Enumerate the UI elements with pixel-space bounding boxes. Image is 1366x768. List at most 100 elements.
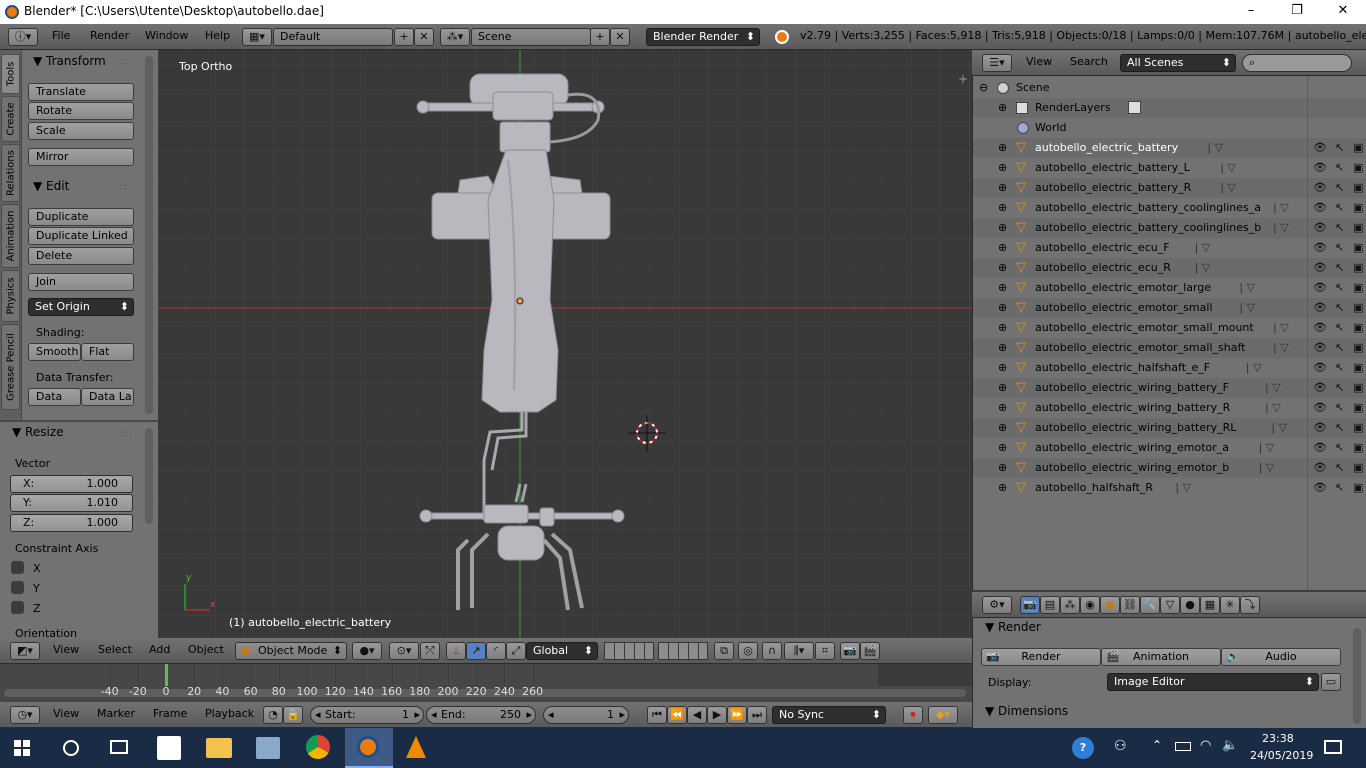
- object-name[interactable]: autobello_electric_halfshaft_e_F: [1035, 358, 1210, 378]
- people-icon[interactable]: ⚇: [1114, 738, 1127, 754]
- expand-icon[interactable]: ⊕: [998, 278, 1007, 298]
- battery-icon[interactable]: [1175, 742, 1191, 751]
- file-explorer-icon[interactable]: [206, 738, 232, 758]
- renderable-camera-icon[interactable]: ▣: [1353, 138, 1363, 158]
- visibility-eye-icon[interactable]: 👁: [1313, 278, 1327, 298]
- join-button[interactable]: Join: [28, 273, 134, 291]
- snap-toggle-icon[interactable]: ∩: [762, 642, 782, 660]
- expand-icon[interactable]: ⊕: [998, 98, 1007, 118]
- volume-icon[interactable]: 🔈: [1222, 738, 1238, 753]
- selectable-arrow-icon[interactable]: ↖: [1335, 478, 1344, 498]
- task-view-icon[interactable]: [110, 740, 128, 754]
- object-name[interactable]: autobello_halfshaft_R: [1035, 478, 1153, 498]
- delete-button[interactable]: Delete: [28, 247, 134, 265]
- layers-grid-b[interactable]: [658, 642, 708, 660]
- renderable-camera-icon[interactable]: ▣: [1353, 478, 1363, 498]
- renderable-camera-icon[interactable]: ▣: [1353, 418, 1363, 438]
- expand-icon[interactable]: ⊕: [998, 398, 1007, 418]
- panel-grip-icon[interactable]: ∷∷: [120, 430, 131, 440]
- visibility-eye-icon[interactable]: 👁: [1313, 458, 1327, 478]
- selectable-arrow-icon[interactable]: ↖: [1335, 178, 1344, 198]
- menu-help[interactable]: Help: [205, 29, 230, 42]
- jump-start-icon[interactable]: ⏮: [647, 706, 667, 724]
- clock-time[interactable]: 23:38: [1262, 732, 1294, 745]
- display-select[interactable]: Image Editor ⬍: [1107, 673, 1319, 691]
- expand-icon[interactable]: ⊕: [998, 298, 1007, 318]
- object-name[interactable]: autobello_electric_ecu_F: [1035, 238, 1170, 258]
- renderable-camera-icon[interactable]: ▣: [1353, 438, 1363, 458]
- mirror-button[interactable]: Mirror: [28, 148, 134, 166]
- object-name[interactable]: autobello_electric_battery_R: [1035, 178, 1191, 198]
- wifi-icon[interactable]: ◠: [1200, 738, 1211, 753]
- modifiers-context-icon[interactable]: 🔧: [1140, 596, 1160, 614]
- viewport-menu-select[interactable]: Select: [98, 643, 132, 656]
- selectable-arrow-icon[interactable]: ↖: [1335, 138, 1344, 158]
- timeline-editor-type-icon[interactable]: ◷▾: [10, 706, 40, 724]
- flat-button[interactable]: Flat: [81, 343, 134, 361]
- expand-icon[interactable]: ⊕: [998, 258, 1007, 278]
- expand-icon[interactable]: ⊕: [998, 358, 1007, 378]
- translate-button[interactable]: Translate: [28, 83, 134, 101]
- tray-chevron-icon[interactable]: ⌃: [1152, 738, 1162, 752]
- visibility-eye-icon[interactable]: 👁: [1313, 398, 1327, 418]
- sync-mode-select[interactable]: No Sync ⬍: [772, 706, 886, 724]
- tab-physics[interactable]: Physics: [1, 270, 20, 322]
- current-frame-marker[interactable]: [165, 664, 168, 686]
- vector-y-field[interactable]: Y: 1.010: [10, 494, 133, 512]
- expand-icon[interactable]: ⊕: [998, 418, 1007, 438]
- object-name[interactable]: autobello_electric_emotor_small: [1035, 298, 1213, 318]
- viewport-menu-add[interactable]: Add: [149, 643, 170, 656]
- expand-icon[interactable]: ⊕: [998, 338, 1007, 358]
- renderable-camera-icon[interactable]: ▣: [1353, 358, 1363, 378]
- selectable-arrow-icon[interactable]: ↖: [1335, 238, 1344, 258]
- panel-grip-icon[interactable]: ∷∷: [120, 58, 131, 68]
- selectable-arrow-icon[interactable]: ↖: [1335, 298, 1344, 318]
- selectable-arrow-icon[interactable]: ↖: [1335, 338, 1344, 358]
- renderable-camera-icon[interactable]: ▣: [1353, 298, 1363, 318]
- timeline-menu-view[interactable]: View: [53, 707, 79, 720]
- minimize-button[interactable]: –: [1228, 0, 1274, 24]
- selectable-arrow-icon[interactable]: ↖: [1335, 158, 1344, 178]
- constraint-z-checkbox[interactable]: [11, 601, 24, 614]
- render-panel-header[interactable]: ▼ Render: [985, 620, 1041, 634]
- transform-panel-header[interactable]: ▼ Transform: [33, 54, 106, 68]
- search-circle-icon[interactable]: [63, 740, 79, 756]
- chrome-icon[interactable]: [306, 735, 330, 759]
- expand-icon[interactable]: ⊕: [998, 178, 1007, 198]
- visibility-eye-icon[interactable]: 👁: [1313, 238, 1327, 258]
- blender-taskbar-icon[interactable]: [357, 736, 379, 758]
- object-name[interactable]: autobello_electric_ecu_R: [1035, 258, 1171, 278]
- collapse-icon[interactable]: ⊖: [979, 78, 988, 98]
- render-layers-context-icon[interactable]: ▤: [1040, 596, 1060, 614]
- properties-editor-type-icon[interactable]: ⚙▾: [982, 596, 1012, 614]
- expand-icon[interactable]: ⊕: [998, 158, 1007, 178]
- selectable-arrow-icon[interactable]: ↖: [1335, 278, 1344, 298]
- timeline-menu-frame[interactable]: Frame: [153, 707, 187, 720]
- snap-element-icon[interactable]: ⫼▾: [784, 642, 814, 660]
- object-name[interactable]: autobello_electric_wiring_battery_RL: [1035, 418, 1236, 438]
- maximize-button[interactable]: ❐: [1274, 0, 1320, 24]
- renderable-camera-icon[interactable]: ▣: [1353, 398, 1363, 418]
- timeline-menu-marker[interactable]: Marker: [97, 707, 135, 720]
- visibility-eye-icon[interactable]: 👁: [1313, 438, 1327, 458]
- viewport-canvas[interactable]: [158, 50, 972, 638]
- close-button[interactable]: ✕: [1320, 0, 1366, 24]
- expand-icon[interactable]: ⊕: [998, 238, 1007, 258]
- manipulator-rotate-icon[interactable]: ◜: [486, 642, 506, 660]
- object-name[interactable]: autobello_electric_wiring_emotor_b: [1035, 458, 1229, 478]
- renderable-camera-icon[interactable]: ▣: [1353, 318, 1363, 338]
- duplicate-linked-button[interactable]: Duplicate Linked: [28, 227, 134, 245]
- render-engine-select[interactable]: Blender Render ⬍: [646, 28, 760, 46]
- renderable-camera-icon[interactable]: ▣: [1353, 238, 1363, 258]
- renderable-camera-icon[interactable]: ▣: [1353, 218, 1363, 238]
- screen-layout-icon[interactable]: ▦▾: [242, 28, 272, 46]
- constraint-y-checkbox[interactable]: [11, 581, 24, 594]
- timeline-menu-playback[interactable]: Playback: [205, 707, 254, 720]
- vlc-icon[interactable]: [406, 736, 426, 758]
- toolshelf-scrollbar[interactable]: [145, 56, 153, 414]
- smooth-button[interactable]: Smooth: [28, 343, 81, 361]
- mode-select[interactable]: ◼ Object Mode ⬍: [235, 642, 347, 660]
- visibility-eye-icon[interactable]: 👁: [1313, 318, 1327, 338]
- outliner-menu-search[interactable]: Search: [1070, 55, 1108, 68]
- proportional-edit-icon[interactable]: ◎: [738, 642, 758, 660]
